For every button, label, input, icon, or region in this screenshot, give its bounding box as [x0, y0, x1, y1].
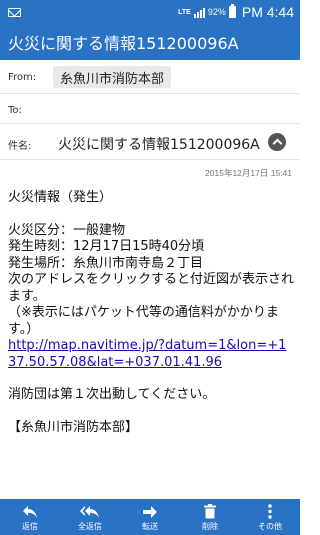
subject-value: 火災に関する情報151200096A [58, 137, 260, 153]
more-label: その他 [258, 521, 282, 531]
reply-all-label: 全返信 [78, 521, 102, 531]
subject-row: 件名: 火災に関する情報151200096A [0, 124, 300, 160]
from-label: From: [8, 72, 37, 83]
trash-icon [204, 503, 216, 521]
signal-strength-icon [193, 7, 205, 18]
bottom-toolbar: 返信 全返信 転送 削除 その他 [0, 499, 300, 535]
reply-all-icon [80, 503, 100, 521]
body-signature: 【糸魚川市消防本部】 [8, 419, 139, 435]
page-title: 火災に関する情報151200096A [8, 34, 239, 53]
subject-label: 件名: [8, 141, 32, 152]
mail-body: 火災情報（発生） 火災区分：一般建物 発生時刻：12月17日15時40分頃 発生… [8, 190, 294, 436]
reply-label: 返信 [22, 521, 38, 531]
body-instruction: 次のアドレスをクリックすると付近図が表示されます。 [8, 272, 295, 304]
map-link[interactable]: http://map.navitime.jp/?datum=1&lon=+137… [8, 338, 294, 371]
mail-viewer-screen: LTE 92% PM 4:44 火災に関する情報151200096A From:… [0, 0, 300, 535]
delete-button[interactable]: 削除 [180, 499, 240, 535]
reply-button[interactable]: 返信 [0, 499, 60, 535]
body-occurred-time: 発生時刻：12月17日15時40分頃 [8, 239, 205, 254]
status-bar: LTE 92% PM 4:44 [0, 0, 300, 24]
to-label: To: [8, 105, 22, 116]
body-dispatch: 消防団は第１次出動してください。 [8, 387, 216, 402]
to-row: To: [0, 94, 300, 124]
body-category: 火災区分：一般建物 [8, 222, 126, 238]
from-row: From: 糸魚川市消防本部 [0, 60, 300, 94]
body-heading: 火災情報（発生） [8, 190, 113, 205]
reply-icon [22, 503, 38, 521]
mail-notification-icon [8, 7, 21, 17]
forward-label: 転送 [142, 521, 158, 531]
more-icon [268, 503, 272, 521]
body-note: （※表示にはパケット代等の通信料がかかります。） [8, 305, 279, 337]
status-clock: PM 4:44 [241, 4, 294, 20]
reply-all-button[interactable]: 全返信 [60, 499, 120, 535]
collapse-header-button[interactable] [268, 133, 286, 151]
title-bar: 火災に関する情報151200096A [0, 24, 300, 60]
delete-label: 削除 [202, 521, 218, 531]
mail-date: 2015年12月17日 15:41 [205, 168, 292, 178]
network-type: LTE [178, 8, 191, 16]
sender-chip[interactable]: 糸魚川市消防本部 [53, 66, 172, 88]
more-button[interactable]: その他 [240, 499, 300, 535]
battery-percent: 92% [207, 7, 226, 17]
forward-icon [142, 503, 158, 521]
body-location: 発生場所：糸魚川市南寺島２丁目 [8, 255, 204, 271]
forward-button[interactable]: 転送 [120, 499, 180, 535]
battery-icon [228, 4, 236, 18]
